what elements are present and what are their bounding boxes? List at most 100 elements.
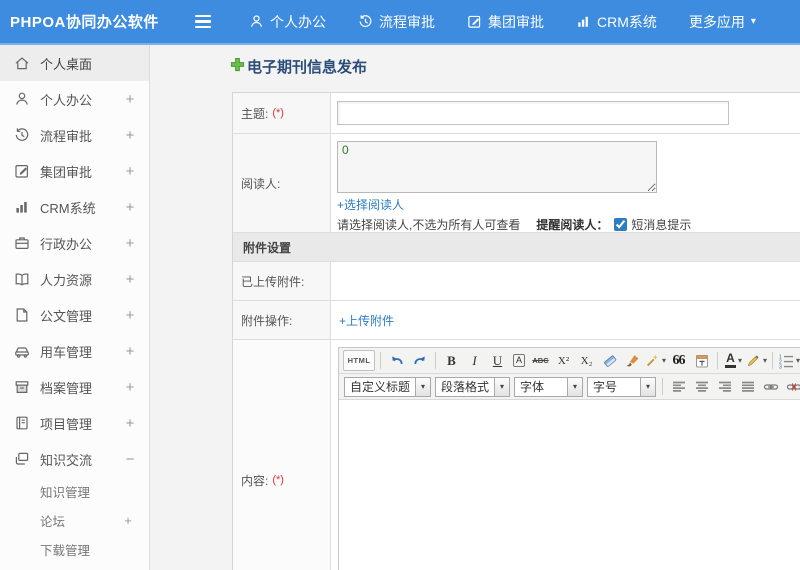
readers-label-cell: 阅读人: bbox=[233, 134, 331, 232]
chevron-down-icon: ▾ bbox=[738, 356, 743, 365]
attachment-section-title: 附件设置 bbox=[243, 240, 292, 255]
italic-button[interactable]: I bbox=[464, 350, 485, 371]
align-center-icon[interactable] bbox=[691, 376, 712, 397]
sidebar-item-workflow-approval[interactable]: 流程审批 + bbox=[0, 117, 149, 153]
editor-content-area[interactable] bbox=[339, 400, 800, 570]
sidebar-item-label: 公文管理 bbox=[40, 308, 93, 324]
nav-item-group-approval[interactable]: 集团审批 bbox=[467, 12, 544, 32]
collapse-icon[interactable]: − bbox=[123, 451, 137, 468]
required-mark: (*) bbox=[272, 474, 284, 486]
form-row-readers: 阅读人: 0 +选择阅读人 请选择阅读人,不选为所有人可查看 提醒阅读人： 短消… bbox=[233, 134, 800, 233]
readers-hint-line: 请选择阅读人,不选为所有人可查看 提醒阅读人： 短消息提示 bbox=[337, 216, 800, 233]
expand-icon[interactable]: + bbox=[121, 513, 135, 528]
attachment-ops-cell: +上传附件 bbox=[331, 301, 800, 339]
readers-textarea[interactable]: 0 bbox=[337, 141, 657, 193]
expand-icon[interactable]: + bbox=[123, 91, 137, 108]
paste-text-icon[interactable] bbox=[691, 350, 712, 371]
expand-icon[interactable]: + bbox=[123, 343, 137, 360]
font-color-letter: A bbox=[726, 351, 735, 365]
sidebar-item-crm[interactable]: CRM系统 + bbox=[0, 189, 149, 225]
paragraph-format-select[interactable]: 段落格式 ▾ bbox=[435, 376, 511, 397]
sms-notify-checkbox[interactable] bbox=[614, 218, 628, 231]
sidebar-item-group-approval[interactable]: 集团审批 + bbox=[0, 153, 149, 189]
align-left-icon[interactable] bbox=[668, 376, 689, 397]
bar-chart-icon bbox=[14, 199, 30, 215]
nav-item-personal-office[interactable]: 个人办公 bbox=[249, 12, 326, 32]
subject-label-cell: 主题: (*) bbox=[233, 93, 331, 133]
subject-input[interactable] bbox=[337, 101, 729, 125]
sidebar-item-document-management[interactable]: 公文管理 + bbox=[0, 297, 149, 333]
strikethrough-button[interactable]: ABC bbox=[530, 350, 551, 371]
sidebar-item-personal-desktop[interactable]: 个人桌面 bbox=[0, 45, 149, 81]
magic-format-icon[interactable]: ▾ bbox=[645, 350, 666, 371]
expand-icon[interactable]: + bbox=[123, 163, 137, 180]
toolbar-separator bbox=[435, 352, 436, 369]
nav-label: 更多应用 bbox=[688, 13, 745, 30]
sidebar-subitem-label: 论坛 bbox=[40, 515, 66, 529]
font-style-button[interactable]: A bbox=[513, 354, 526, 367]
format-brush-icon[interactable] bbox=[622, 350, 643, 371]
source-code-button[interactable]: HTML bbox=[343, 350, 375, 371]
align-justify-icon[interactable] bbox=[737, 376, 758, 397]
sidebar-item-label: 知识交流 bbox=[40, 452, 93, 468]
nav-item-crm[interactable]: CRM系统 bbox=[576, 12, 657, 32]
page-title-text: 电子期刊信息发布 bbox=[247, 59, 368, 76]
blockquote-button[interactable]: 66 bbox=[668, 350, 689, 371]
attachment-section-header: 附件设置 bbox=[233, 233, 800, 262]
bold-button[interactable]: B bbox=[441, 350, 462, 371]
sidebar-item-project-management[interactable]: 项目管理 + bbox=[0, 405, 149, 441]
expand-icon[interactable]: + bbox=[123, 235, 137, 252]
ops-label-cell: 附件操作: bbox=[233, 301, 331, 339]
expand-icon[interactable]: + bbox=[123, 379, 137, 396]
sidebar-item-administration[interactable]: 行政办公 + bbox=[0, 225, 149, 261]
sidebar-subitem-public-file-cabinet[interactable]: 公共文件柜 bbox=[0, 564, 149, 570]
align-right-icon[interactable] bbox=[714, 376, 735, 397]
sidebar-item-label: 流程审批 bbox=[40, 128, 93, 144]
sidebar-item-archive-management[interactable]: 档案管理 + bbox=[0, 369, 149, 405]
highlight-color-icon[interactable]: ▾ bbox=[746, 350, 767, 371]
expand-icon[interactable]: + bbox=[123, 127, 137, 144]
sidebar-item-label: 个人桌面 bbox=[40, 56, 93, 72]
underline-button[interactable]: U bbox=[487, 350, 508, 371]
sidebar-subitem-label: 下载管理 bbox=[40, 544, 91, 558]
undo-icon[interactable] bbox=[386, 350, 407, 371]
subscript-button[interactable]: X₂ bbox=[576, 350, 597, 371]
sidebar-item-personal-office[interactable]: 个人办公 + bbox=[0, 81, 149, 117]
sidebar-subitem-knowledge-management[interactable]: 知识管理 bbox=[0, 477, 149, 506]
link-icon[interactable] bbox=[760, 376, 781, 397]
expand-icon[interactable]: + bbox=[123, 307, 137, 324]
form-row-subject: 主题: (*) bbox=[233, 93, 800, 134]
expand-icon[interactable]: + bbox=[123, 271, 137, 288]
eraser-icon[interactable] bbox=[599, 350, 620, 371]
ordered-list-icon[interactable]: 1 2 3 ▾ bbox=[778, 350, 800, 371]
unlink-icon[interactable] bbox=[783, 376, 800, 397]
font-color-button[interactable]: A ▾ bbox=[723, 350, 744, 371]
toolbar-separator bbox=[662, 378, 664, 395]
sidebar-subitem-forum[interactable]: 论坛 + bbox=[0, 506, 149, 535]
custom-heading-select[interactable]: 自定义标题 ▾ bbox=[344, 376, 432, 397]
redo-icon[interactable] bbox=[409, 350, 430, 371]
sidebar-item-knowledge-exchange[interactable]: 知识交流 − bbox=[0, 441, 149, 477]
sidebar-item-vehicle-management[interactable]: 用车管理 + bbox=[0, 333, 149, 369]
editor-toolbar-row1: HTML B I U A ABC X² X₂ ▾ 66 A ▾ ▾ 1 2 3 … bbox=[339, 348, 800, 374]
sidebar-subitem-download-management[interactable]: 下载管理 bbox=[0, 535, 149, 564]
select-readers-link[interactable]: +选择阅读人 bbox=[337, 196, 404, 213]
toolbar-separator bbox=[380, 352, 381, 369]
upload-attachment-link[interactable]: +上传附件 bbox=[339, 312, 394, 329]
bar-chart-icon bbox=[576, 14, 591, 29]
expand-icon[interactable]: + bbox=[123, 199, 137, 216]
layers-icon bbox=[14, 451, 30, 467]
subject-label: 主题: bbox=[241, 106, 269, 121]
superscript-button[interactable]: X² bbox=[553, 350, 574, 371]
font-family-select[interactable]: 字体 ▾ bbox=[514, 376, 584, 397]
sidebar-item-human-resources[interactable]: 人力资源 + bbox=[0, 261, 149, 297]
form-row-content: 内容: (*) HTML B I U A ABC X² X₂ ▾ 66 A ▾ … bbox=[233, 340, 800, 570]
sidebar-item-label: 行政办公 bbox=[40, 236, 93, 252]
chevron-down-icon: ▾ bbox=[763, 356, 768, 365]
nav-item-more-apps[interactable]: 更多应用 ▾ bbox=[689, 12, 756, 32]
hamburger-menu-icon[interactable] bbox=[195, 14, 211, 29]
expand-icon[interactable]: + bbox=[123, 415, 137, 432]
font-size-select[interactable]: 字号 ▾ bbox=[587, 376, 657, 397]
nav-item-workflow-approval[interactable]: 流程审批 bbox=[358, 12, 435, 32]
chevron-down-icon: ▾ bbox=[415, 377, 431, 396]
